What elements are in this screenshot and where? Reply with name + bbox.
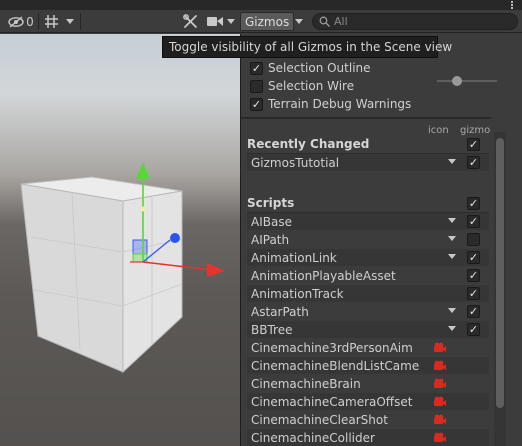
search-input[interactable] bbox=[334, 15, 504, 28]
scripts-title: Scripts bbox=[247, 196, 295, 210]
cinemachine-camera-icon[interactable] bbox=[433, 341, 446, 354]
script-row[interactable]: AnimationLink ✓ bbox=[247, 249, 489, 266]
script-label: BBTree bbox=[251, 322, 293, 337]
cinemachine-camera-icon[interactable] bbox=[433, 377, 446, 390]
option-label: Terrain Debug Warnings bbox=[268, 97, 412, 111]
option-selection-wire[interactable]: Selection Wire bbox=[250, 77, 354, 95]
window-top-strip bbox=[0, 0, 522, 10]
camera-dropdown[interactable] bbox=[225, 12, 237, 31]
chevron-down-icon[interactable] bbox=[448, 254, 456, 259]
checkbox[interactable]: ✓ bbox=[250, 61, 263, 75]
search-icon bbox=[319, 16, 330, 27]
gizmo-checkbox[interactable]: ✓ bbox=[467, 269, 480, 282]
option-terrain-debug-warnings[interactable]: ✓ Terrain Debug Warnings bbox=[250, 95, 411, 113]
script-label: CinemachineCameraOffset bbox=[251, 394, 413, 409]
script-row[interactable]: CinemachineCameraOffset bbox=[247, 393, 489, 410]
column-header-icon: icon bbox=[428, 125, 449, 136]
gizmos-dropdown[interactable] bbox=[291, 12, 307, 31]
chevron-down-icon[interactable] bbox=[448, 326, 456, 331]
script-row[interactable]: AnimationTrack ✓ bbox=[247, 285, 489, 302]
grid-dropdown[interactable] bbox=[62, 12, 78, 31]
chevron-down-icon[interactable] bbox=[448, 218, 456, 223]
gizmo-checkbox[interactable]: ✓ bbox=[467, 323, 480, 336]
gizmo-checkbox[interactable]: ✓ bbox=[467, 215, 480, 228]
camera-button[interactable] bbox=[206, 12, 224, 31]
script-label: CinemachineBrain bbox=[251, 376, 361, 391]
script-row[interactable]: CinemachineCollider bbox=[247, 429, 489, 446]
script-label: AnimationPlayableAsset bbox=[251, 268, 396, 283]
recently-changed-toggle-all[interactable]: ✓ bbox=[467, 138, 480, 151]
script-label: CinemachineClearShot bbox=[251, 412, 388, 427]
script-row[interactable]: Cinemachine3rdPersonAim bbox=[247, 339, 489, 356]
script-label: AnimationLink bbox=[251, 250, 337, 265]
tools-icon bbox=[182, 14, 197, 28]
scene-canvas bbox=[20, 162, 225, 374]
grid-icon bbox=[44, 15, 58, 28]
script-label: AIBase bbox=[251, 214, 292, 229]
gizmo-checkbox[interactable]: ✓ bbox=[467, 251, 480, 264]
option-label: Selection Outline bbox=[268, 61, 371, 75]
gizmo-checkbox[interactable]: ✓ bbox=[467, 305, 480, 318]
divider bbox=[241, 117, 491, 119]
script-row[interactable]: CinemachineBrain bbox=[247, 375, 489, 392]
chevron-down-icon[interactable] bbox=[448, 159, 456, 164]
tools-button[interactable] bbox=[180, 12, 200, 31]
scene-visibility-toggle[interactable]: 0 bbox=[6, 12, 36, 31]
script-label: GizmosTutotial bbox=[251, 155, 340, 170]
scrollbar-thumb[interactable] bbox=[496, 138, 504, 408]
eye-slash-icon bbox=[8, 15, 24, 28]
cinemachine-camera-icon[interactable] bbox=[433, 395, 446, 408]
script-label: AstarPath bbox=[251, 304, 309, 319]
script-label: Cinemachine3rdPersonAim bbox=[251, 340, 413, 355]
cinemachine-camera-icon[interactable] bbox=[433, 431, 446, 444]
script-row[interactable]: AIBase ✓ bbox=[247, 213, 489, 230]
gizmos-dropdown-panel: ✓ Selection Outline Selection Wire ✓ Ter… bbox=[240, 34, 522, 446]
chevron-down-icon[interactable] bbox=[448, 236, 456, 241]
script-row[interactable]: BBTree ✓ bbox=[247, 321, 489, 338]
script-label: AnimationTrack bbox=[251, 286, 344, 301]
checkbox[interactable]: ✓ bbox=[250, 97, 263, 111]
script-label: CinemachineCollider bbox=[251, 430, 375, 445]
grid-toggle[interactable] bbox=[41, 12, 61, 31]
script-row[interactable]: CinemachineClearShot bbox=[247, 411, 489, 428]
script-row[interactable]: GizmosTutotial ✓ bbox=[247, 154, 489, 171]
gizmos-button[interactable]: Gizmos bbox=[240, 12, 295, 31]
scene-view[interactable] bbox=[0, 34, 240, 446]
script-label: CinemachineBlendListCame bbox=[251, 358, 420, 373]
option-selection-outline[interactable]: ✓ Selection Outline bbox=[250, 59, 371, 77]
chevron-down-icon[interactable] bbox=[448, 308, 456, 313]
script-row[interactable]: CinemachineBlendListCame bbox=[247, 357, 489, 374]
script-row[interactable]: AnimationPlayableAsset ✓ bbox=[247, 267, 489, 284]
cinemachine-camera-icon[interactable] bbox=[433, 359, 446, 372]
script-row[interactable]: AIPath bbox=[247, 231, 489, 248]
chevron-down-icon bbox=[295, 18, 303, 24]
cinemachine-camera-icon[interactable] bbox=[433, 413, 446, 426]
gizmo-checkbox[interactable]: ✓ bbox=[467, 287, 480, 300]
script-label: AIPath bbox=[251, 232, 290, 247]
video-camera-icon bbox=[207, 17, 223, 26]
more-options-icon[interactable] bbox=[511, 1, 514, 9]
checkbox[interactable] bbox=[250, 79, 263, 93]
script-row[interactable]: AstarPath ✓ bbox=[247, 303, 489, 320]
visibility-count: 0 bbox=[26, 14, 34, 29]
gizmo-checkbox[interactable] bbox=[467, 233, 480, 246]
search-field[interactable] bbox=[312, 13, 518, 30]
gizmos-tooltip: Toggle visibility of all Gizmos in the S… bbox=[162, 36, 452, 58]
chevron-down-icon bbox=[66, 18, 74, 24]
scripts-toggle-all[interactable]: ✓ bbox=[467, 197, 480, 210]
scene-toolbar: 0 Gizmos bbox=[0, 10, 522, 33]
gizmo-checkbox[interactable]: ✓ bbox=[467, 156, 480, 169]
toolbar-separator bbox=[38, 13, 39, 30]
chevron-down-icon bbox=[227, 18, 235, 24]
option-label: Selection Wire bbox=[268, 79, 355, 93]
icon-size-slider-handle[interactable] bbox=[452, 76, 462, 86]
column-header-gizmo: gizmo bbox=[460, 125, 491, 136]
icon-size-slider-track[interactable] bbox=[437, 80, 497, 82]
recently-changed-title: Recently Changed bbox=[247, 137, 370, 151]
toolbar-separator bbox=[80, 13, 81, 30]
